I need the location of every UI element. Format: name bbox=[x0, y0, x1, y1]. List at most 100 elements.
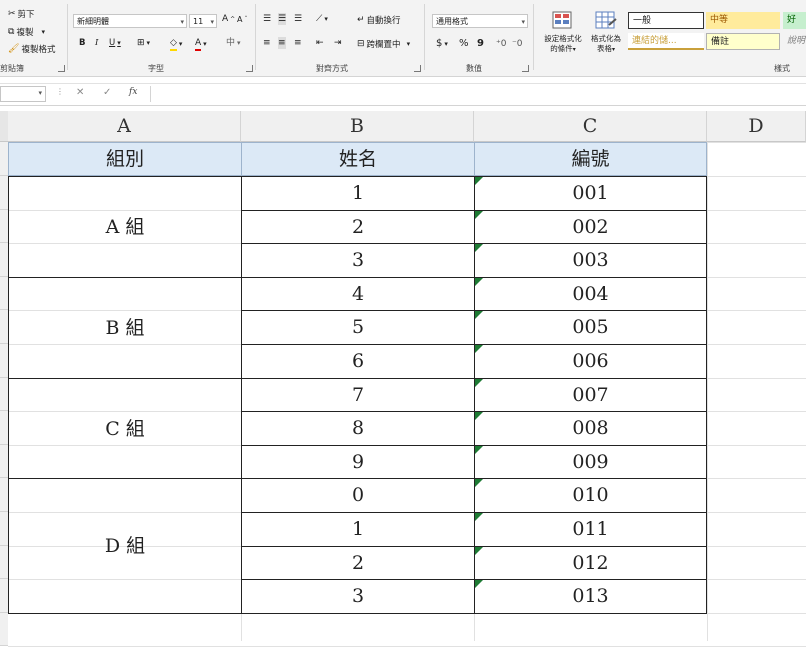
font-color-button[interactable]: A ▾ bbox=[195, 37, 207, 51]
column-header-d[interactable]: D bbox=[707, 111, 806, 142]
increase-decimal-button[interactable]: ⁺0 bbox=[496, 38, 506, 50]
insert-function-icon[interactable]: fx bbox=[129, 87, 137, 97]
id-cell[interactable]: 007 bbox=[474, 377, 707, 413]
name-box[interactable]: ▾ bbox=[0, 86, 46, 102]
comma-button[interactable]: 9 bbox=[477, 38, 484, 49]
percent-button[interactable]: % bbox=[459, 38, 469, 49]
name-cell[interactable]: 1 bbox=[241, 512, 475, 547]
bold-button[interactable]: B bbox=[79, 38, 85, 48]
row-header[interactable] bbox=[0, 478, 8, 512]
select-all-corner[interactable] bbox=[0, 111, 8, 142]
group-cell[interactable]: A 組 bbox=[8, 176, 242, 278]
shrink-font-button[interactable]: Aˇ bbox=[237, 15, 247, 24]
merge-center-button[interactable]: ⊟ 跨欄置中 ▾ bbox=[357, 38, 410, 50]
row-header[interactable] bbox=[0, 512, 8, 546]
wrap-text-button[interactable]: ↵ 自動換行 bbox=[357, 14, 401, 26]
group-cell[interactable]: D 組 bbox=[8, 478, 242, 614]
style-good[interactable]: 好 bbox=[783, 12, 806, 29]
column-header-c[interactable]: C bbox=[474, 111, 707, 142]
id-cell[interactable]: 005 bbox=[474, 310, 707, 345]
name-cell[interactable]: 2 bbox=[241, 545, 475, 581]
cancel-icon[interactable]: ✕ bbox=[76, 87, 84, 98]
formula-input[interactable] bbox=[150, 86, 806, 102]
id-cell[interactable]: 012 bbox=[474, 545, 707, 581]
conditional-format-button[interactable]: 設定格式化 的條件▾ bbox=[539, 34, 587, 55]
column-header-a[interactable]: A bbox=[8, 111, 241, 142]
decrease-decimal-button[interactable]: ⁻0 bbox=[512, 38, 522, 50]
id-cell[interactable]: 002 bbox=[474, 209, 707, 245]
style-note[interactable]: 備註 bbox=[706, 33, 780, 50]
font-name-combo[interactable]: 新細明體 ▾ bbox=[73, 14, 187, 28]
row-header[interactable] bbox=[0, 411, 8, 445]
enter-icon[interactable]: ✓ bbox=[103, 87, 111, 98]
header-name[interactable]: 姓名 bbox=[241, 142, 475, 176]
borders-button[interactable]: ⊞ ▾ bbox=[137, 37, 150, 49]
id-cell[interactable]: 006 bbox=[474, 344, 707, 379]
name-cell[interactable]: 6 bbox=[241, 344, 475, 379]
style-normal[interactable]: 一般 bbox=[628, 12, 704, 29]
align-right-button[interactable]: ≡ bbox=[294, 37, 302, 49]
row-header[interactable] bbox=[0, 579, 8, 613]
underline-button[interactable]: U ▾ bbox=[109, 38, 121, 48]
row-header[interactable] bbox=[0, 545, 8, 580]
number-format-combo[interactable]: 通用格式 ▾ bbox=[432, 14, 528, 28]
row-header[interactable] bbox=[0, 377, 8, 412]
id-cell[interactable]: 011 bbox=[474, 512, 707, 547]
font-size-combo[interactable]: 11 ▾ bbox=[189, 14, 217, 28]
format-as-table-button[interactable]: 格式化為 表格▾ bbox=[586, 34, 626, 55]
group-cell[interactable]: C 組 bbox=[8, 377, 242, 480]
currency-button[interactable]: $ ▾ bbox=[436, 38, 448, 49]
row-header[interactable] bbox=[0, 310, 8, 344]
align-left-button[interactable]: ≡ bbox=[263, 37, 271, 49]
id-cell[interactable]: 009 bbox=[474, 444, 707, 480]
name-cell[interactable]: 3 bbox=[241, 579, 475, 614]
header-group[interactable]: 組別 bbox=[8, 142, 242, 176]
row-header[interactable] bbox=[0, 176, 8, 210]
id-cell[interactable]: 008 bbox=[474, 411, 707, 446]
middle-align-button[interactable]: ☰ bbox=[278, 13, 287, 25]
orientation-button[interactable]: ⟋ ▾ bbox=[316, 13, 328, 25]
row-header[interactable] bbox=[0, 209, 8, 244]
id-cell[interactable]: 010 bbox=[474, 478, 707, 513]
header-id[interactable]: 編號 bbox=[474, 142, 707, 176]
row-header[interactable] bbox=[0, 344, 8, 378]
name-cell[interactable]: 3 bbox=[241, 243, 475, 278]
row-header[interactable] bbox=[0, 243, 8, 277]
row-header[interactable] bbox=[0, 612, 8, 647]
name-cell[interactable]: 9 bbox=[241, 444, 475, 480]
name-cell[interactable]: 1 bbox=[241, 176, 475, 211]
bottom-align-button[interactable]: ☰ bbox=[294, 13, 302, 25]
align-center-button[interactable]: ≡ bbox=[278, 37, 286, 49]
id-cell[interactable]: 003 bbox=[474, 243, 707, 278]
increase-indent-button[interactable]: ⇥ bbox=[334, 37, 342, 49]
id-cell[interactable]: 013 bbox=[474, 579, 707, 614]
style-explanatory[interactable]: 說明 bbox=[783, 33, 806, 50]
group-cell[interactable]: B 組 bbox=[8, 276, 242, 379]
decrease-indent-button[interactable]: ⇤ bbox=[316, 37, 324, 49]
number-launcher-icon[interactable] bbox=[522, 65, 529, 72]
id-cell[interactable]: 004 bbox=[474, 276, 707, 312]
alignment-launcher-icon[interactable] bbox=[414, 65, 421, 72]
name-cell[interactable]: 7 bbox=[241, 377, 475, 413]
phonetic-button[interactable]: 中 ▾ bbox=[226, 37, 241, 49]
italic-button[interactable]: I bbox=[95, 38, 98, 48]
row-header[interactable] bbox=[0, 142, 8, 176]
name-cell[interactable]: 4 bbox=[241, 276, 475, 312]
row-header[interactable] bbox=[0, 444, 8, 479]
name-cell[interactable]: 2 bbox=[241, 209, 475, 245]
name-cell[interactable]: 0 bbox=[241, 478, 475, 513]
cut-button[interactable]: ✂ 剪下 bbox=[8, 8, 35, 20]
name-cell[interactable]: 5 bbox=[241, 310, 475, 345]
top-align-button[interactable]: ☰ bbox=[263, 13, 271, 25]
fill-color-button[interactable]: ◇ ▾ bbox=[170, 37, 182, 51]
name-cell[interactable]: 8 bbox=[241, 411, 475, 446]
grow-font-button[interactable]: A ^ bbox=[222, 14, 235, 24]
column-header-b[interactable]: B bbox=[241, 111, 474, 142]
copy-button[interactable]: ⧉ 複製 ▾ bbox=[8, 26, 45, 38]
clipboard-launcher-icon[interactable] bbox=[58, 65, 65, 72]
id-cell[interactable]: 001 bbox=[474, 176, 707, 211]
row-header[interactable] bbox=[0, 276, 8, 311]
style-neutral[interactable]: 中等 bbox=[706, 12, 780, 29]
format-painter-button[interactable]: 🖌 複製格式 bbox=[8, 43, 55, 55]
font-launcher-icon[interactable] bbox=[246, 65, 253, 72]
